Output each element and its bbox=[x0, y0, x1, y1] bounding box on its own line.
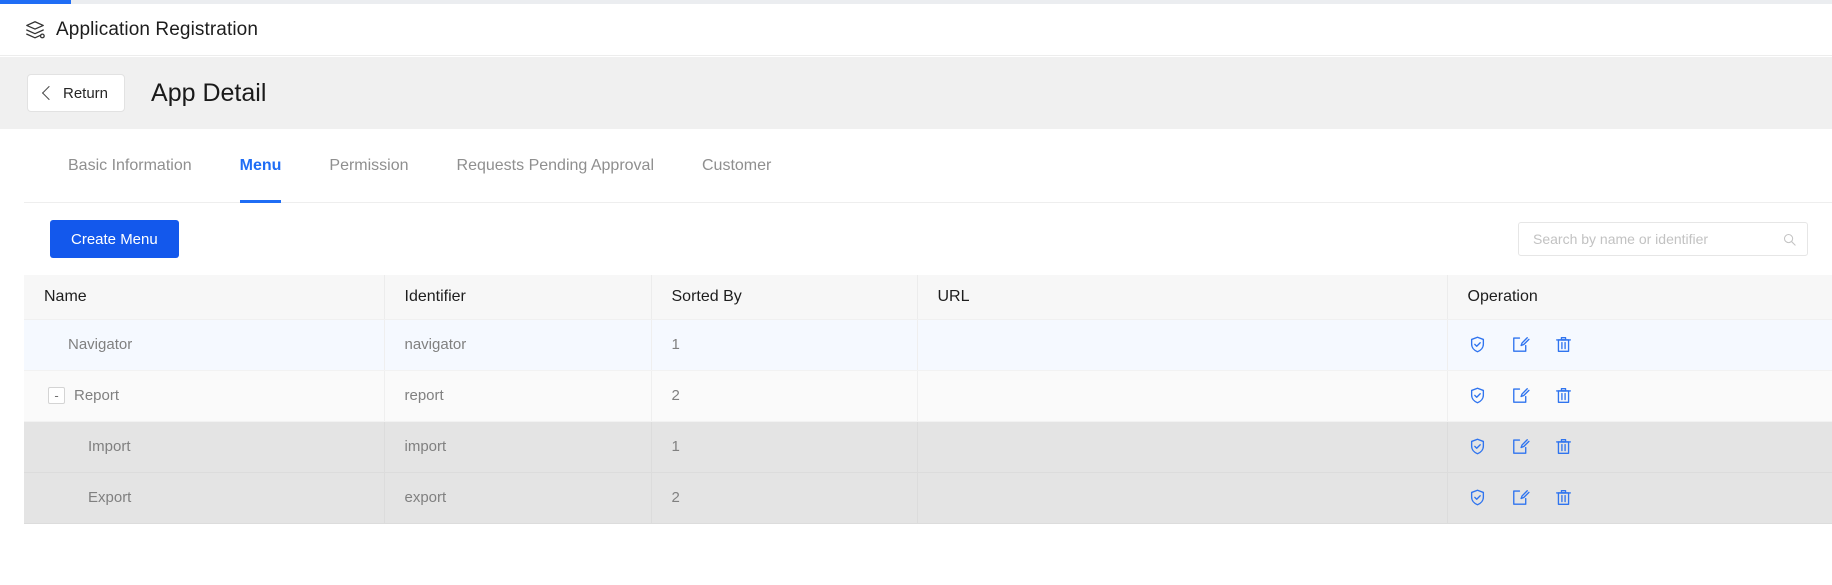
tab-requests-pending-approval[interactable]: Requests Pending Approval bbox=[433, 129, 678, 203]
tab-basic-information[interactable]: Basic Information bbox=[44, 129, 216, 203]
name-cell-content: Import bbox=[44, 438, 384, 455]
app-title: Application Registration bbox=[56, 18, 259, 40]
table-row[interactable]: Navigator navigator 1 bbox=[24, 319, 1832, 371]
return-button[interactable]: Return bbox=[27, 74, 126, 112]
row-operations bbox=[1468, 386, 1832, 405]
cell-sorted-by: 2 bbox=[651, 370, 918, 422]
table-row[interactable]: Import import 1 bbox=[24, 421, 1832, 473]
cell-name: Export bbox=[24, 472, 385, 524]
cell-url bbox=[917, 370, 1448, 422]
row-expand-toggle[interactable]: - bbox=[48, 387, 65, 404]
search-box[interactable] bbox=[1518, 222, 1808, 256]
cell-name: Navigator bbox=[24, 319, 385, 371]
trash-delete-icon[interactable] bbox=[1554, 335, 1573, 354]
row-name-label: Import bbox=[88, 438, 131, 455]
cell-operation bbox=[1447, 319, 1832, 371]
trash-delete-icon[interactable] bbox=[1554, 437, 1573, 456]
column-header-operation: Operation bbox=[1447, 275, 1832, 320]
table-header-row: Name Identifier Sorted By URL Operation bbox=[24, 275, 1832, 320]
cell-url bbox=[917, 472, 1448, 524]
edit-pencil-icon[interactable] bbox=[1511, 335, 1530, 354]
trash-delete-icon[interactable] bbox=[1554, 488, 1573, 507]
cell-name: Import bbox=[24, 421, 385, 473]
app-titlebar: Application Registration bbox=[0, 4, 1832, 56]
shield-check-icon[interactable] bbox=[1468, 386, 1487, 405]
cell-operation bbox=[1447, 370, 1832, 422]
cell-identifier: report bbox=[384, 370, 652, 422]
cell-operation bbox=[1447, 472, 1832, 524]
column-header-url[interactable]: URL bbox=[917, 275, 1448, 320]
edit-pencil-icon[interactable] bbox=[1511, 386, 1530, 405]
content-card: Basic Information Menu Permission Reques… bbox=[24, 129, 1832, 585]
row-name-label: Report bbox=[74, 387, 120, 404]
cell-operation bbox=[1447, 421, 1832, 473]
page-title: App Detail bbox=[151, 78, 267, 107]
search-icon[interactable] bbox=[1782, 232, 1797, 247]
cell-url bbox=[917, 421, 1448, 473]
shield-check-icon[interactable] bbox=[1468, 488, 1487, 507]
tab-bar: Basic Information Menu Permission Reques… bbox=[24, 129, 1832, 203]
row-name-label: Navigator bbox=[68, 336, 133, 353]
cell-sorted-by: 1 bbox=[651, 319, 918, 371]
edit-pencil-icon[interactable] bbox=[1511, 437, 1530, 456]
row-operations bbox=[1468, 488, 1832, 507]
search-input[interactable] bbox=[1531, 230, 1782, 248]
row-operations bbox=[1468, 335, 1832, 354]
trash-delete-icon[interactable] bbox=[1554, 386, 1573, 405]
name-cell-content: Navigator bbox=[44, 336, 384, 353]
table-row[interactable]: - Report report 2 bbox=[24, 370, 1832, 422]
menu-table: Name Identifier Sorted By URL Operation … bbox=[24, 275, 1832, 524]
chevron-left-icon bbox=[41, 85, 57, 101]
name-cell-content: Export bbox=[44, 489, 384, 506]
column-header-name[interactable]: Name bbox=[24, 275, 385, 320]
cell-identifier: export bbox=[384, 472, 652, 524]
column-header-identifier[interactable]: Identifier bbox=[384, 275, 652, 320]
return-button-label: Return bbox=[63, 84, 109, 102]
shield-check-icon[interactable] bbox=[1468, 437, 1487, 456]
create-menu-button[interactable]: Create Menu bbox=[50, 220, 179, 258]
tab-permission[interactable]: Permission bbox=[305, 129, 432, 203]
cell-sorted-by: 2 bbox=[651, 472, 918, 524]
cell-name: - Report bbox=[24, 370, 385, 422]
row-operations bbox=[1468, 437, 1832, 456]
table-toolbar: Create Menu bbox=[24, 203, 1832, 275]
table-body: Navigator navigator 1 - Report report 2 … bbox=[24, 319, 1832, 524]
table-header: Name Identifier Sorted By URL Operation bbox=[24, 275, 1832, 320]
edit-pencil-icon[interactable] bbox=[1511, 488, 1530, 507]
shield-check-icon[interactable] bbox=[1468, 335, 1487, 354]
cell-identifier: import bbox=[384, 421, 652, 473]
page-subheader: Return App Detail bbox=[0, 57, 1832, 129]
cell-sorted-by: 1 bbox=[651, 421, 918, 473]
row-name-label: Export bbox=[88, 489, 132, 506]
tab-customer[interactable]: Customer bbox=[678, 129, 795, 203]
table-row[interactable]: Export export 2 bbox=[24, 472, 1832, 524]
tab-menu[interactable]: Menu bbox=[216, 129, 306, 203]
column-header-sorted-by[interactable]: Sorted By bbox=[651, 275, 918, 320]
cell-identifier: navigator bbox=[384, 319, 652, 371]
layers-stack-icon bbox=[26, 20, 45, 38]
name-cell-content: - Report bbox=[44, 387, 384, 404]
cell-url bbox=[917, 319, 1448, 371]
